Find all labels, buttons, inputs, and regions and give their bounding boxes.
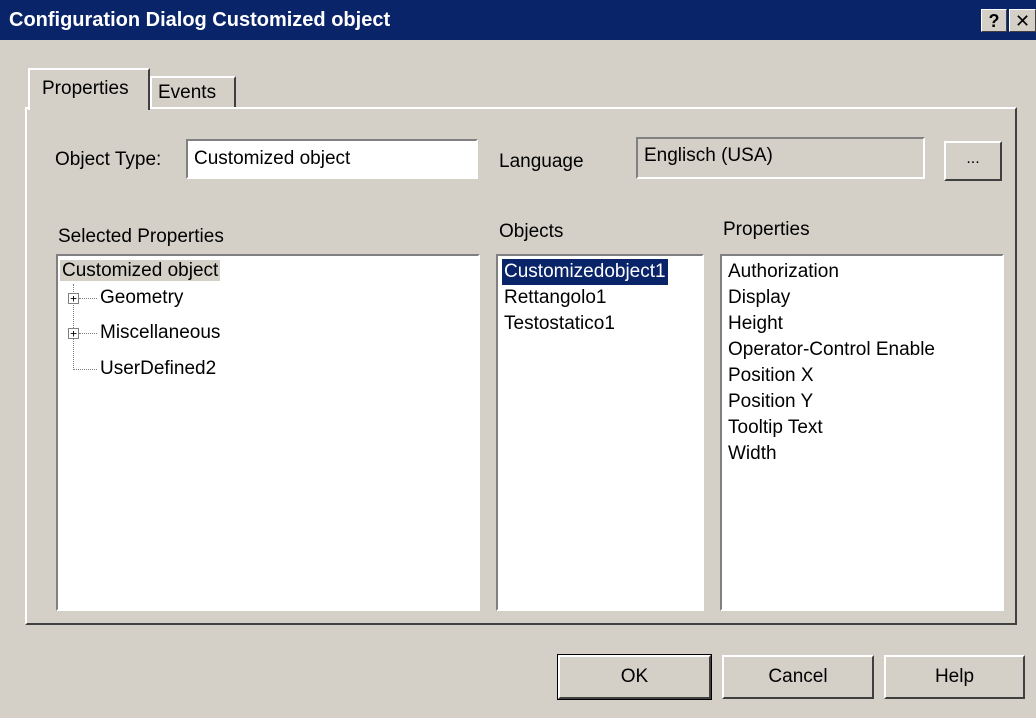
language-value: Englisch (USA) bbox=[644, 145, 773, 166]
cancel-button-label: Cancel bbox=[768, 666, 828, 687]
tab-events-label: Events bbox=[158, 82, 217, 103]
properties-list[interactable]: Authorization Display Height Operator-Co… bbox=[720, 254, 1004, 611]
close-icon[interactable]: ✕ bbox=[1009, 9, 1036, 32]
objects-list-item[interactable]: Customizedobject1 bbox=[502, 259, 668, 285]
tree-node-label: Miscellaneous bbox=[100, 322, 221, 343]
help-button-label: Help bbox=[934, 666, 975, 687]
selected-properties-tree[interactable]: Customized object + Geometry + Miscellan… bbox=[56, 254, 480, 611]
tab-properties[interactable]: Properties bbox=[28, 68, 150, 110]
object-type-label: Object Type: bbox=[55, 149, 162, 170]
properties-list-item[interactable]: Width bbox=[728, 441, 777, 467]
object-type-value: Customized object bbox=[194, 148, 351, 169]
properties-panel: Object Type: Customized object Language … bbox=[25, 107, 1017, 625]
ok-button[interactable]: OK bbox=[557, 654, 712, 700]
tree-node-miscellaneous[interactable]: Miscellaneous bbox=[100, 320, 220, 346]
help-button[interactable]: Help bbox=[884, 655, 1025, 699]
objects-label: Objects bbox=[499, 221, 564, 242]
title-bar[interactable]: Configuration Dialog Customized object ?… bbox=[0, 0, 1036, 40]
objects-list-item[interactable]: Testostatico1 bbox=[504, 311, 615, 337]
tree-node-label: Geometry bbox=[100, 287, 184, 308]
help-icon[interactable]: ? bbox=[981, 9, 1007, 32]
cancel-button[interactable]: Cancel bbox=[722, 655, 874, 699]
language-field[interactable]: Englisch (USA) bbox=[636, 137, 925, 179]
properties-list-item[interactable]: Tooltip Text bbox=[728, 415, 823, 441]
tree-line-1 bbox=[79, 298, 97, 299]
properties-list-item[interactable]: Height bbox=[728, 311, 783, 337]
ok-button-label: OK bbox=[620, 666, 649, 687]
tab-properties-label: Properties bbox=[42, 78, 129, 99]
tab-events[interactable]: Events bbox=[150, 76, 236, 108]
properties-list-item[interactable]: Authorization bbox=[728, 259, 839, 285]
properties-label: Properties bbox=[723, 219, 810, 240]
properties-list-item[interactable]: Operator-Control Enable bbox=[728, 337, 935, 363]
properties-list-item[interactable]: Display bbox=[728, 285, 790, 311]
object-type-field[interactable]: Customized object bbox=[186, 139, 478, 179]
tree-node-geometry[interactable]: Geometry bbox=[100, 285, 183, 311]
selected-properties-label: Selected Properties bbox=[58, 226, 224, 247]
tree-root-label: Customized object bbox=[60, 260, 221, 281]
objects-list-item[interactable]: Rettangolo1 bbox=[504, 285, 606, 311]
language-browse-button[interactable]: ... bbox=[944, 141, 1002, 181]
tree-line-3 bbox=[73, 369, 97, 370]
tree-node-label: UserDefined2 bbox=[100, 358, 217, 379]
properties-list-item[interactable]: Position X bbox=[728, 363, 814, 389]
browse-button-label: ... bbox=[966, 150, 980, 167]
tree-root[interactable]: Customized object bbox=[60, 258, 221, 284]
properties-list-item[interactable]: Position Y bbox=[728, 389, 813, 415]
window-title: Configuration Dialog Customized object bbox=[9, 9, 391, 31]
tree-node-userdefined2[interactable]: UserDefined2 bbox=[100, 356, 216, 382]
tree-line-2 bbox=[79, 333, 97, 334]
objects-list[interactable]: Customizedobject1 Rettangolo1 Testostati… bbox=[496, 254, 704, 611]
language-label: Language bbox=[499, 151, 584, 172]
expand-miscellaneous-icon[interactable]: + bbox=[68, 328, 79, 339]
expand-geometry-icon[interactable]: + bbox=[68, 293, 79, 304]
